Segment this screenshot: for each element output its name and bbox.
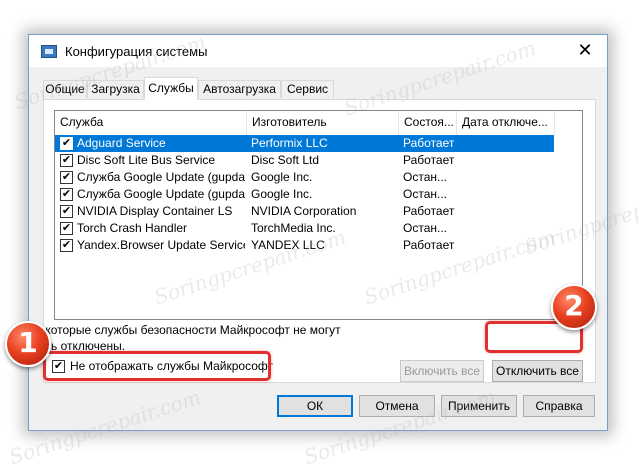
step-1-badge: 1 <box>5 321 51 367</box>
column-header-disable-date[interactable]: Дата отключе... <box>457 111 555 135</box>
status-cell: Работает <box>403 136 455 150</box>
manufacturer-cell: TorchMedia Inc. <box>251 221 336 235</box>
service-checkbox[interactable]: ✔ <box>60 239 73 252</box>
service-checkbox[interactable]: ✔ <box>60 188 73 201</box>
tab-general[interactable]: Общие <box>43 80 87 98</box>
service-name-cell: Disc Soft Lite Bus Service <box>77 153 216 167</box>
window-title: Конфигурация системы <box>65 44 208 59</box>
service-checkbox[interactable]: ✔ <box>60 171 73 184</box>
tab-boot[interactable]: Загрузка <box>87 80 144 98</box>
status-cell: Работает <box>403 153 455 167</box>
manufacturer-cell: NVIDIA Corporation <box>251 204 357 218</box>
service-name-cell: Torch Crash Handler <box>77 221 188 235</box>
table-row[interactable]: ✔ Yandex.Browser Update Service YANDEX LLC… <box>55 237 554 254</box>
tab-services[interactable]: Службы <box>144 77 198 100</box>
manufacturer-cell: Google Inc. <box>251 187 313 201</box>
services-list[interactable]: Служба Изготовитель Состоя... Дата отклю… <box>54 110 583 320</box>
help-button[interactable]: Справка <box>523 395 595 417</box>
status-cell: Остан... <box>403 170 447 184</box>
manufacturer-cell: Google Inc. <box>251 170 313 184</box>
security-services-note: Некоторые службы безопасности Майкрософт… <box>30 323 341 353</box>
table-row[interactable]: ✔ Torch Crash Handler TorchMedia Inc. Остан… <box>55 220 554 237</box>
service-name-cell: Yandex.Browser Update Service <box>77 238 245 252</box>
disable-all-button[interactable]: Отключить все <box>492 360 583 382</box>
close-icon[interactable]: ✕ <box>573 39 597 61</box>
enable-all-button[interactable]: Включить все <box>400 360 484 382</box>
ok-button[interactable]: ОК <box>277 395 353 417</box>
manufacturer-cell: YANDEX LLC <box>251 238 325 252</box>
tab-startup[interactable]: Автозагрузка <box>198 80 281 98</box>
column-header-manufacturer[interactable]: Изготовитель <box>247 111 399 135</box>
msconfig-icon <box>41 45 57 58</box>
table-row[interactable]: ✔ Adguard Service Performix LLC Работает <box>55 135 554 152</box>
table-row[interactable]: ✔ Служба Google Update (gupdate) Google In… <box>55 169 554 186</box>
service-checkbox[interactable]: ✔ <box>60 137 73 150</box>
service-name-cell: NVIDIA Display Container LS <box>77 204 233 218</box>
status-cell: Остан... <box>403 187 447 201</box>
status-cell: Работает <box>403 238 455 252</box>
step-2-badge: 2 <box>551 284 597 330</box>
manufacturer-cell: Disc Soft Ltd <box>251 153 320 167</box>
service-name-cell: Служба Google Update (gupdate... <box>77 187 245 201</box>
column-header-status[interactable]: Состоя... <box>399 111 457 135</box>
status-cell: Работает <box>403 204 455 218</box>
service-name-cell: Служба Google Update (gupdate) <box>77 170 245 184</box>
highlight-hide-microsoft-services <box>43 351 271 381</box>
service-checkbox[interactable]: ✔ <box>60 222 73 235</box>
manufacturer-cell: Performix LLC <box>251 136 328 150</box>
table-row[interactable]: ✔ Служба Google Update (gupdate... Google … <box>55 186 554 203</box>
service-checkbox[interactable]: ✔ <box>60 154 73 167</box>
service-name-cell: Adguard Service <box>77 136 166 150</box>
service-checkbox[interactable]: ✔ <box>60 205 73 218</box>
title-bar: Конфигурация системы ✕ <box>29 35 607 67</box>
column-header-service[interactable]: Служба <box>55 111 247 135</box>
table-row[interactable]: ✔ Disc Soft Lite Bus Service Disc Soft Ltd… <box>55 152 554 169</box>
status-cell: Остан... <box>403 221 447 235</box>
tab-tools[interactable]: Сервис <box>281 80 334 98</box>
apply-button[interactable]: Применить <box>441 395 517 417</box>
table-row[interactable]: ✔ NVIDIA Display Container LS NVIDIA Corpo… <box>55 203 554 220</box>
cancel-button[interactable]: Отмена <box>359 395 435 417</box>
